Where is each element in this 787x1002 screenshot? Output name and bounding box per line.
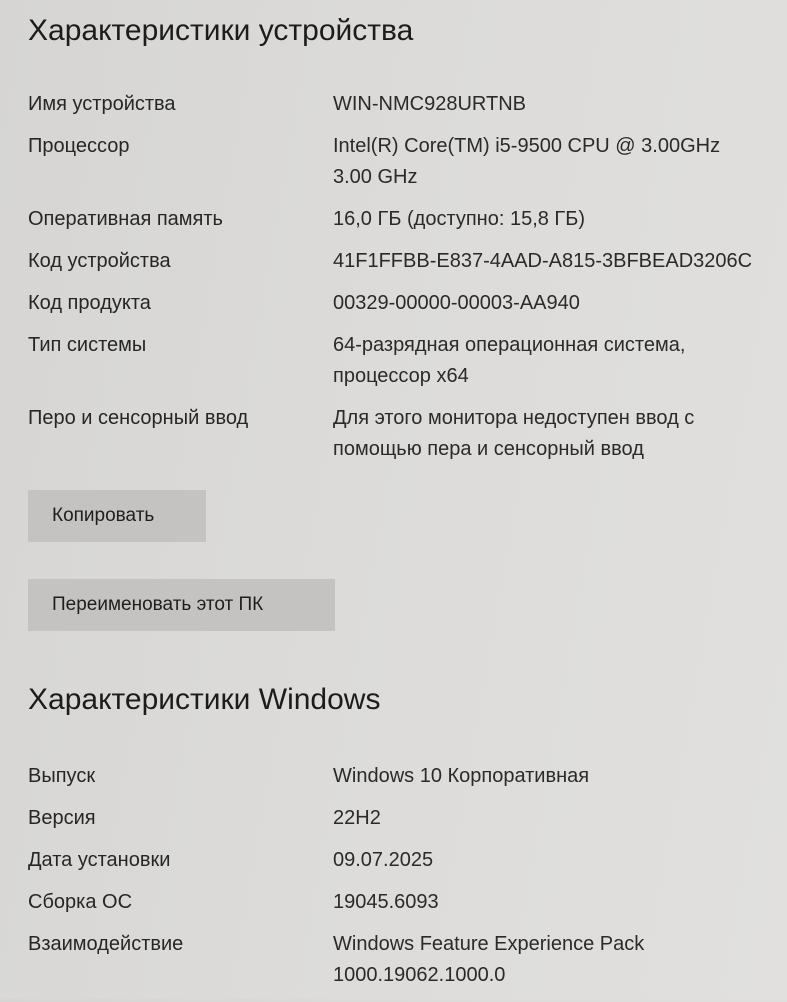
- windows-specs-table: Выпуск Windows 10 Корпоративная Версия 2…: [28, 761, 778, 1002]
- spec-row-processor: Процессор Intel(R) Core(TM) i5-9500 CPU …: [28, 131, 778, 193]
- spec-row-experience: Взаимодействие Windows Feature Experienc…: [28, 929, 778, 991]
- spec-label: Версия: [28, 807, 96, 829]
- spec-label: Код продукта: [28, 292, 151, 314]
- spec-value: 22H2: [333, 807, 381, 829]
- spec-label: Процессор: [28, 135, 130, 157]
- spec-row-version: Версия 22H2: [28, 803, 778, 834]
- spec-row-product-id: Код продукта 00329-00000-00003-AA940: [28, 288, 778, 319]
- spec-row-device-name: Имя устройства WIN-NMC928URTNB: [28, 89, 778, 120]
- device-specs-title: Характеристики устройства: [28, 14, 414, 47]
- spec-label: Выпуск: [28, 765, 96, 787]
- spec-value: 19045.6093: [333, 891, 439, 913]
- spec-label: Сборка ОС: [28, 891, 133, 913]
- spec-row-ram: Оперативная память 16,0 ГБ (доступно: 15…: [28, 204, 778, 235]
- spec-value: 64-разрядная операционная система, проце…: [333, 334, 686, 387]
- windows-specs-title: Характеристики Windows: [28, 683, 381, 716]
- spec-value: Для этого монитора недоступен ввод с пом…: [333, 407, 695, 460]
- spec-row-pen-touch: Перо и сенсорный ввод Для этого монитора…: [28, 403, 778, 465]
- spec-label: Оперативная память: [28, 208, 223, 230]
- spec-row-system-type: Тип системы 64-разрядная операционная си…: [28, 330, 778, 392]
- spec-label: Взаимодействие: [28, 933, 184, 955]
- spec-value: 09.07.2025: [333, 849, 434, 871]
- spec-row-install-date: Дата установки 09.07.2025: [28, 845, 778, 876]
- spec-label: Дата установки: [28, 849, 171, 871]
- spec-label: Код устройства: [28, 250, 171, 272]
- spec-row-edition: Выпуск Windows 10 Корпоративная: [28, 761, 778, 792]
- spec-value: Intel(R) Core(TM) i5-9500 CPU @ 3.00GHz …: [333, 135, 721, 188]
- device-specs-table: Имя устройства WIN-NMC928URTNB Процессор…: [28, 89, 778, 476]
- rename-pc-button[interactable]: Переименовать этот ПК: [28, 579, 335, 631]
- spec-label: Перо и сенсорный ввод: [28, 407, 249, 429]
- spec-value: WIN-NMC928URTNB: [333, 93, 526, 115]
- spec-value: 00329-00000-00003-AA940: [333, 292, 580, 314]
- spec-value: Windows Feature Experience Pack 1000.190…: [333, 933, 645, 986]
- copy-button[interactable]: Копировать: [28, 490, 206, 542]
- spec-row-os-build: Сборка ОС 19045.6093: [28, 887, 778, 918]
- spec-value: 41F1FFBB-E837-4AAD-A815-3BFBEAD3206C: [333, 250, 753, 272]
- spec-label: Тип системы: [28, 334, 147, 356]
- spec-label: Имя устройства: [28, 93, 176, 115]
- spec-row-device-id: Код устройства 41F1FFBB-E837-4AAD-A815-3…: [28, 246, 778, 277]
- spec-value: Windows 10 Корпоративная: [333, 765, 590, 787]
- spec-value: 16,0 ГБ (доступно: 15,8 ГБ): [333, 208, 586, 230]
